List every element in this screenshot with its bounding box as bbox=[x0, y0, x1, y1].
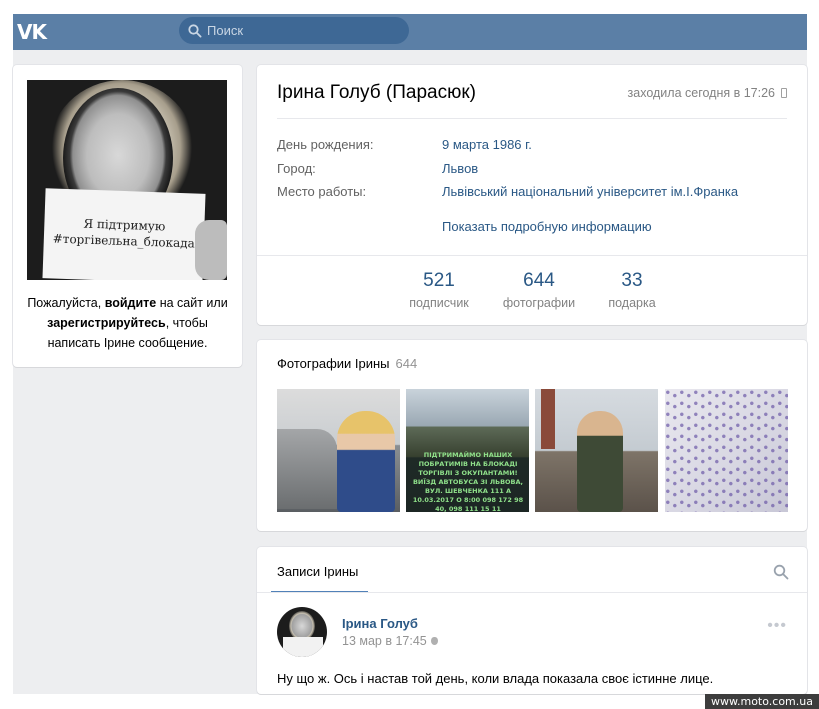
counter-label: подарка bbox=[608, 296, 656, 310]
info-value-work[interactable]: Львівський національний університет ім.І… bbox=[442, 184, 738, 200]
search-icon[interactable] bbox=[773, 564, 789, 580]
post-date[interactable]: 13 мар в 17:45 bbox=[342, 634, 438, 648]
search-icon bbox=[188, 24, 202, 38]
divider bbox=[257, 255, 807, 256]
photo-poster-text: ПІДТРИМАЙМО НАШИХ ПОБРАТИМІВ НА БЛОКАДІ … bbox=[412, 451, 524, 512]
counter-label: фотографии bbox=[502, 296, 576, 310]
info-value-city[interactable]: Львов bbox=[442, 161, 478, 177]
more-options-icon[interactable]: ••• bbox=[767, 617, 787, 635]
info-label: День рождения: bbox=[277, 137, 374, 152]
mobile-icon bbox=[781, 88, 787, 98]
page-title: Ірина Голуб (Парасюк) bbox=[277, 82, 476, 103]
photo-thumbnail[interactable] bbox=[665, 389, 788, 512]
photo-thumbnail[interactable]: ПІДТРИМАЙМО НАШИХ ПОБРАТИМІВ НА БЛОКАДІ … bbox=[406, 389, 529, 512]
counter-value: 644 bbox=[523, 270, 555, 291]
apple-icon bbox=[430, 637, 438, 645]
watermark: www.moto.com.ua bbox=[705, 694, 819, 709]
info-value-birthday[interactable]: 9 марта 1986 г. bbox=[442, 137, 532, 153]
avatar-sign: Я підтримую #торгівельна_блокада bbox=[42, 188, 206, 280]
last-seen-status: заходила сегодня в 17:26 bbox=[628, 86, 787, 100]
avatar-hand bbox=[195, 220, 227, 280]
login-link[interactable]: войдите bbox=[105, 296, 157, 310]
avatar-sign bbox=[283, 637, 323, 657]
counter-value: 521 bbox=[423, 270, 455, 291]
profile-sidebar-card: Я підтримую #торгівельна_блокада Пожалуй… bbox=[13, 65, 242, 367]
divider bbox=[277, 118, 787, 119]
profile-info-card: Ірина Голуб (Парасюк) заходила сегодня в… bbox=[257, 65, 807, 325]
info-label: Город: bbox=[277, 161, 316, 176]
photo-car bbox=[277, 429, 337, 509]
info-label: Место работы: bbox=[277, 184, 367, 199]
photos-card: Фотографии Ірины 644 ПІДТРИМАЙМО НАШИХ ПО… bbox=[257, 340, 807, 531]
register-link[interactable]: зарегистрируйтесь bbox=[47, 316, 166, 330]
avatar-sign-text: Я підтримую #торгівельна_блокада bbox=[52, 216, 196, 251]
show-details-link[interactable]: Показать подробную информацию bbox=[442, 219, 652, 234]
counter-value: 33 bbox=[621, 270, 643, 291]
login-prompt: Пожалуйста, войдите на сайт или зарегист… bbox=[27, 296, 228, 350]
counter-photos[interactable]: 644 фотографии bbox=[499, 269, 579, 310]
tab-posts[interactable]: Записи Ірины bbox=[277, 564, 358, 579]
photo-thumbnail[interactable] bbox=[277, 389, 400, 512]
vk-logo[interactable]: VK bbox=[17, 21, 57, 43]
post-text: Ну що ж. Ось і настав той день, коли вла… bbox=[277, 671, 714, 686]
counter-label: подписчик bbox=[409, 296, 469, 310]
divider bbox=[257, 592, 807, 593]
photo-texture bbox=[665, 389, 788, 512]
search-box[interactable] bbox=[179, 17, 409, 44]
profile-avatar[interactable]: Я підтримую #торгівельна_блокада bbox=[27, 80, 227, 280]
counter-followers[interactable]: 521 подписчик bbox=[399, 269, 479, 310]
photos-header[interactable]: Фотографии Ірины 644 bbox=[277, 356, 417, 371]
photos-title: Фотографии Ірины bbox=[277, 356, 390, 371]
photo-pole bbox=[541, 389, 555, 449]
photo-person bbox=[337, 411, 395, 512]
photo-person bbox=[577, 411, 623, 512]
top-bar: VK bbox=[13, 14, 807, 50]
post-author-avatar[interactable] bbox=[277, 607, 327, 657]
search-input[interactable] bbox=[207, 20, 397, 41]
photo-thumbnail[interactable] bbox=[535, 389, 658, 512]
posts-card: Записи Ірины Ірина Голуб 13 мар в 17:45 … bbox=[257, 547, 807, 694]
photos-count: 644 bbox=[395, 356, 418, 371]
post-author-name[interactable]: Ірина Голуб bbox=[342, 616, 418, 631]
counter-gifts[interactable]: 33 подарка bbox=[592, 269, 672, 310]
